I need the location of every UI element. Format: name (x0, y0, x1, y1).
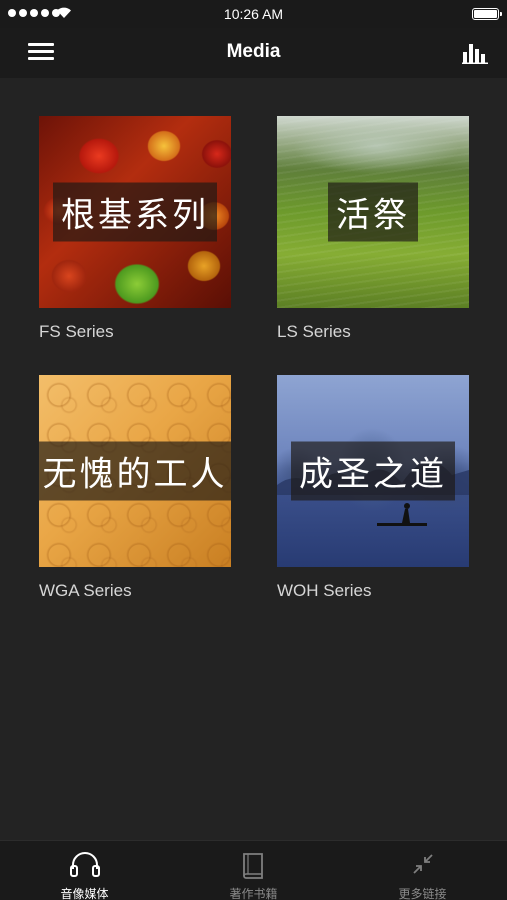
headphones-icon (69, 852, 100, 877)
series-tile-fs[interactable]: 根基系列 FS Series (39, 116, 231, 342)
navigation-bar: Media (0, 28, 507, 78)
battery-icon (472, 8, 502, 20)
tab-media[interactable]: 音像媒体 (0, 841, 169, 900)
series-caption[interactable]: LS Series (277, 322, 469, 342)
arrows-icon (412, 854, 433, 874)
thumbnail-title: 根基系列 (53, 182, 217, 242)
series-caption[interactable]: FS Series (39, 322, 231, 342)
status-bar: 10:26 AM (0, 0, 507, 28)
river-fisherman-image[interactable]: 成圣之道 (277, 375, 469, 567)
page-title: Media (226, 41, 281, 62)
tab-links[interactable]: 更多链接 (338, 841, 507, 900)
cloud-pattern-image[interactable]: 无愧的工人 (39, 375, 231, 567)
tab-bar: 音像媒体 著作书籍 更多链接 (0, 840, 507, 900)
series-caption[interactable]: WGA Series (39, 581, 231, 601)
book-icon (242, 853, 263, 879)
thumbnail-title: 无愧的工人 (39, 441, 231, 501)
series-tile-wga[interactable]: 无愧的工人 WGA Series (39, 375, 231, 601)
series-tile-ls[interactable]: 活祭 LS Series (277, 116, 469, 342)
lanterns-image[interactable]: 根基系列 (39, 116, 231, 308)
bar-chart-icon[interactable] (462, 42, 488, 64)
thumbnail-title: 活祭 (328, 182, 418, 242)
tab-label: 音像媒体 (60, 887, 109, 900)
rice-terraces-image[interactable]: 活祭 (277, 116, 469, 308)
series-caption[interactable]: WOH Series (277, 581, 469, 601)
tab-label: 更多链接 (398, 887, 447, 900)
tab-label: 著作书籍 (229, 887, 278, 900)
series-tile-woh[interactable]: 成圣之道 WOH Series (277, 375, 469, 601)
thumbnail-title: 成圣之道 (291, 441, 455, 501)
status-time: 10:26 AM (223, 6, 284, 22)
tab-books[interactable]: 著作书籍 (169, 841, 338, 900)
